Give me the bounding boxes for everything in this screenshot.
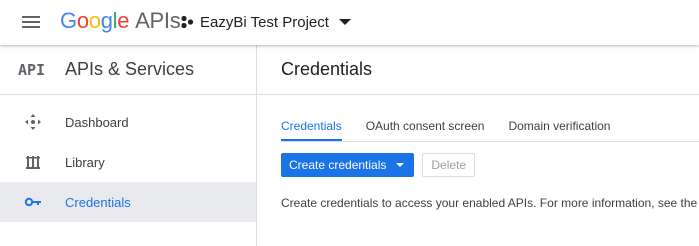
tab-oauth-consent-screen[interactable]: OAuth consent screen (366, 111, 485, 141)
dashboard-icon (23, 112, 43, 132)
sidebar-item-label: Library (65, 154, 105, 170)
page-header: Credentials (257, 45, 699, 95)
project-icon (181, 15, 194, 29)
main-content: Credentials Credentials OAuth consent sc… (257, 45, 699, 246)
sidebar-nav: Dashboard Library Credentials (0, 102, 256, 222)
sidebar-item-library[interactable]: Library (0, 142, 256, 182)
sidebar-title: APIs & Services (65, 59, 195, 79)
menu-icon[interactable] (20, 13, 42, 31)
page-title: Credentials (281, 59, 373, 79)
tab-bar: Credentials OAuth consent screen Domain … (281, 111, 634, 141)
create-credentials-button[interactable]: Create credentials (281, 153, 415, 177)
logo-letter: o (88, 8, 101, 33)
key-icon (23, 192, 43, 212)
help-text: Create credentials to access your enable… (281, 196, 699, 210)
delete-button: Delete (422, 153, 476, 177)
tab-divider (281, 141, 699, 142)
logo-letter: e (117, 8, 130, 33)
top-bar: Google APIs EazyBi Test Project (0, 0, 699, 45)
sidebar: API APIs & Services Dashboard Library Cr… (0, 45, 257, 246)
google-apis-logo[interactable]: Google APIs (60, 8, 181, 34)
project-selector[interactable]: EazyBi Test Project (180, 12, 351, 32)
logo-letter: g (100, 8, 113, 33)
sidebar-item-dashboard[interactable]: Dashboard (0, 102, 256, 142)
sidebar-item-credentials[interactable]: Credentials (0, 182, 256, 222)
tab-domain-verification[interactable]: Domain verification (508, 111, 610, 141)
api-icon: API (18, 60, 46, 79)
project-name: EazyBi Test Project (200, 13, 329, 31)
sidebar-header: API APIs & Services (0, 45, 256, 95)
library-icon (23, 152, 43, 172)
sidebar-item-label: Dashboard (65, 114, 129, 130)
tab-credentials[interactable]: Credentials (281, 111, 342, 141)
chevron-down-icon (338, 19, 351, 25)
logo-letter: G (60, 8, 77, 33)
sidebar-item-label: Credentials (65, 194, 131, 210)
create-credentials-label: Create credentials (289, 158, 387, 172)
logo-letter: o (76, 8, 89, 33)
logo-product: APIs (135, 8, 181, 33)
chevron-down-icon (396, 163, 405, 167)
action-bar: Create credentials Delete (281, 153, 476, 177)
